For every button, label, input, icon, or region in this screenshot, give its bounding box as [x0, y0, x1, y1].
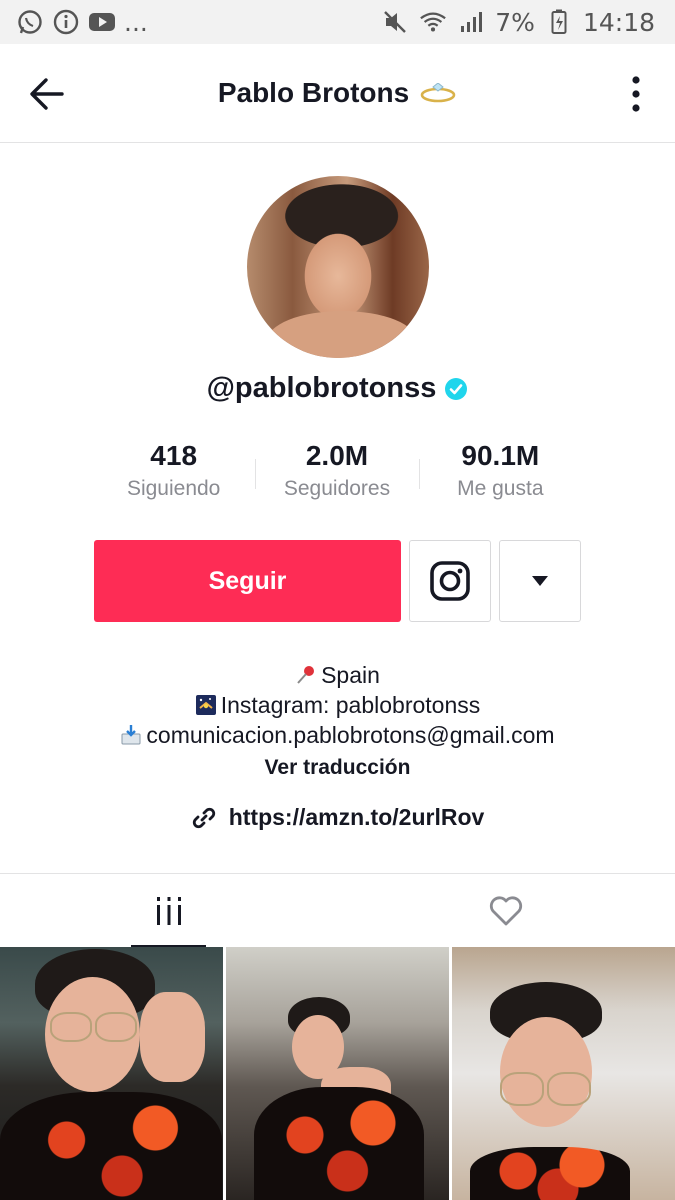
top-nav: Pablo Brotons	[0, 44, 675, 143]
caret-down-icon	[532, 576, 548, 586]
thumb-shirt	[0, 1092, 222, 1200]
thumb-glasses	[50, 1012, 92, 1042]
battery-icon	[545, 8, 573, 36]
suggested-accounts-button[interactable]	[499, 540, 581, 622]
more-options-button[interactable]	[627, 74, 645, 114]
stat-likes[interactable]: 90.1M Me gusta	[418, 437, 582, 517]
instagram-button[interactable]	[409, 540, 491, 622]
bio-link-text: https://amzn.to/2urlRov	[228, 804, 485, 830]
page-title-text: Pablo Brotons	[217, 77, 410, 108]
video-grid	[0, 947, 675, 1200]
thumb-hand	[140, 992, 205, 1082]
wifi-icon	[419, 8, 447, 36]
mute-icon	[381, 8, 409, 36]
pushpin-icon	[297, 666, 315, 684]
whatsapp-icon	[16, 8, 44, 36]
video-thumbnail[interactable]	[226, 947, 449, 1200]
follow-button[interactable]: Seguir	[94, 540, 401, 622]
page-title: Pablo Brotons	[218, 77, 457, 109]
info-icon	[52, 8, 80, 36]
status-bar: ... 7% 14:18	[0, 0, 675, 44]
battery-percent: 7%	[495, 7, 535, 37]
status-bar-right: 7% 14:18	[381, 8, 675, 37]
video-thumbnail[interactable]	[452, 947, 675, 1200]
stat-label: Seguidores	[283, 477, 391, 500]
profile-tabs	[0, 873, 675, 948]
youtube-icon	[88, 8, 116, 36]
tab-videos[interactable]	[0, 874, 338, 948]
thumb-shirt	[254, 1087, 424, 1200]
video-thumbnail[interactable]	[0, 947, 223, 1200]
username-text: @pablobrotonss	[206, 372, 437, 404]
bio-instagram-text: Instagram: pablobrotonss	[220, 692, 481, 718]
stat-following[interactable]: 418 Siguiendo	[92, 437, 255, 517]
stat-label: Me gusta	[457, 477, 544, 500]
vertical-dots-icon	[632, 76, 640, 112]
inbox-tray-icon	[121, 725, 141, 745]
stat-label: Siguiendo	[126, 477, 221, 500]
stat-value: 90.1M	[461, 440, 540, 471]
bio-location-text: Spain	[321, 662, 380, 688]
thumb-glasses	[95, 1012, 137, 1042]
clock: 14:18	[582, 7, 655, 37]
status-bar-left: ...	[0, 8, 148, 37]
signal-icon	[457, 8, 485, 36]
stat-followers[interactable]: 2.0M Seguidores	[255, 437, 418, 517]
bio-email-text: comunicacion.pablobrotons@gmail.com	[146, 722, 555, 748]
bio-location: Spain	[0, 660, 675, 690]
thumb-glasses	[500, 1072, 544, 1106]
instagram-icon	[430, 561, 470, 601]
avatar[interactable]	[247, 176, 429, 358]
heart-icon	[490, 896, 523, 926]
thumb-glasses	[547, 1072, 591, 1106]
username: @pablobrotonss	[0, 372, 675, 405]
avatar-shoulders	[267, 311, 417, 358]
tab-liked[interactable]	[338, 874, 675, 948]
bio-instagram: Instagram: pablobrotonss	[0, 690, 675, 720]
verified-badge-icon	[445, 377, 468, 400]
bio-email: comunicacion.pablobrotons@gmail.com	[0, 720, 675, 750]
more-notifications: ...	[124, 7, 148, 37]
stat-value: 418	[150, 440, 198, 471]
profile-stats: 418 Siguiendo 2.0M Seguidores 90.1M Me g…	[92, 437, 582, 517]
bio: Spain Instagram: pablobrotonss comunicac…	[0, 660, 675, 750]
bio-link[interactable]: https://amzn.to/2urlRov	[0, 804, 675, 831]
stat-value: 2.0M	[305, 440, 369, 471]
link-icon	[192, 807, 215, 828]
ring-emoji-icon	[420, 83, 456, 103]
arrow-left-icon	[30, 78, 64, 110]
night-sky-icon	[195, 695, 216, 715]
grid-icon	[156, 897, 181, 925]
see-translation-link[interactable]: Ver traducción	[0, 756, 675, 780]
back-button[interactable]	[26, 74, 70, 114]
thumb-shirt	[470, 1147, 630, 1200]
